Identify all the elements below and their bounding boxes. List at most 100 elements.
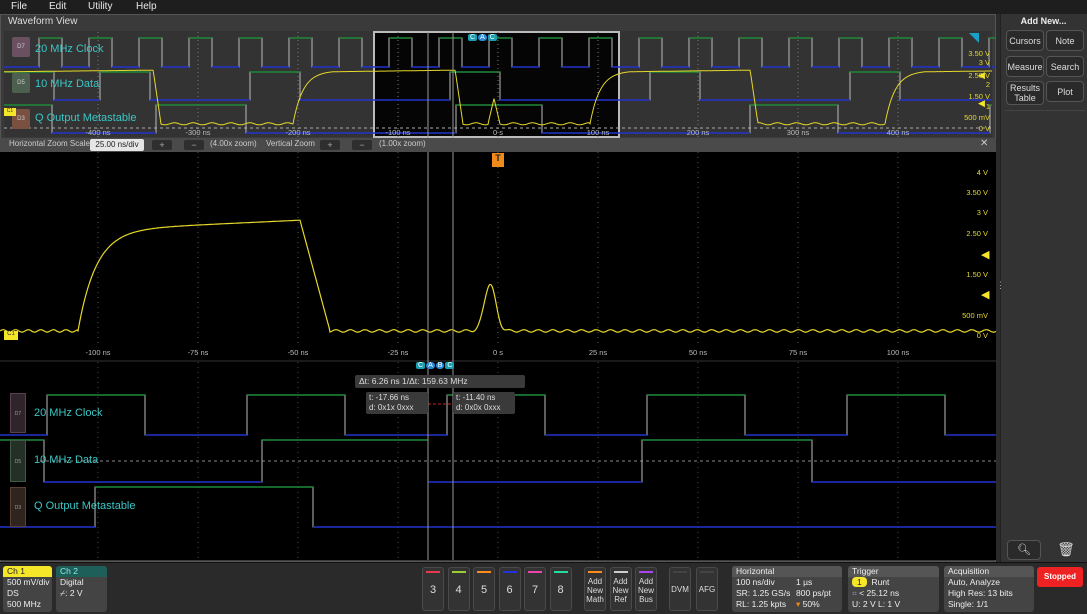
channel-6-button[interactable]: 6 bbox=[498, 567, 521, 611]
lower-threshold-arrow-icon[interactable]: ◀ bbox=[981, 288, 989, 301]
add-new-bus-button[interactable]: Add New Bus bbox=[635, 567, 657, 611]
overview-upper-arrow-icon: ◀ bbox=[978, 70, 985, 80]
zoom-time-tick: -50 ns bbox=[288, 348, 309, 357]
acq-resolution: High Res: 13 bits bbox=[948, 588, 1013, 598]
add-new-ref-button[interactable]: Add New Ref bbox=[609, 567, 632, 611]
ch2-threshold: ⌿: 2 V bbox=[60, 588, 83, 598]
ch1-marker-overview[interactable]: C1 bbox=[4, 108, 16, 116]
horizontal-badge[interactable]: Horizontal 100 ns/div 1 µs SR: 1.25 GS/s 8… bbox=[732, 566, 842, 612]
tag-d5[interactable]: D5 bbox=[12, 73, 30, 93]
color-bar bbox=[553, 571, 568, 573]
acq-mode: Auto, Analyze bbox=[948, 577, 1000, 587]
cursor-marker[interactable]: C bbox=[445, 362, 455, 369]
trigger-width: < 25.12 ns bbox=[859, 588, 900, 598]
channel-3-button[interactable]: 3 bbox=[422, 567, 444, 611]
zoom-label-q: Q Output Metastable bbox=[34, 500, 136, 512]
waveform-display[interactable]: -400 ns -300 ns -200 ns -100 ns 0 s 100 ns 200… bbox=[0, 0, 996, 562]
h-zoom-scale-input[interactable]: 25.00 ns/div bbox=[90, 139, 144, 151]
cursor-marker[interactable]: C bbox=[468, 34, 478, 41]
v-zoom-plus-button[interactable]: + bbox=[320, 140, 340, 150]
search-button[interactable]: Search bbox=[1046, 56, 1084, 77]
trigger-badge[interactable]: Trigger 1 Runt ⌗ < 25.12 ns U: 2 V L: 1 … bbox=[848, 566, 939, 612]
color-bar bbox=[613, 571, 628, 573]
ch2-badge-title: Ch 2 bbox=[56, 566, 107, 577]
signal-tags: D7 D5 D3 bbox=[10, 35, 36, 135]
zoom-time-tick: -75 ns bbox=[188, 348, 209, 357]
tag-d7[interactable]: D7 bbox=[12, 37, 30, 57]
cursor-b-time: t: -11.40 ns bbox=[456, 393, 496, 402]
zoom-time-tick: 100 ns bbox=[887, 348, 910, 357]
afg-button-label: AFG bbox=[698, 585, 716, 594]
add-new-math-button-label: Add New Math bbox=[586, 577, 604, 604]
tag-d5-zoom[interactable]: D5 bbox=[10, 440, 26, 482]
trigger-title: Trigger bbox=[848, 566, 939, 577]
color-bar bbox=[426, 571, 440, 573]
channel-4-button[interactable]: 4 bbox=[447, 567, 470, 611]
ch1-coupling: DS bbox=[7, 588, 19, 598]
results-table-button[interactable]: Results Table bbox=[1006, 81, 1044, 105]
cursor-b-data: d: 0x0x 0xxx bbox=[456, 403, 501, 412]
h-zoom-minus-button[interactable]: − bbox=[184, 140, 204, 150]
color-bar bbox=[673, 571, 687, 573]
zoom-volt-tick: 3.50 V bbox=[966, 188, 988, 197]
add-new-math-button[interactable]: Add New Math bbox=[584, 567, 606, 611]
sample-rate: SR: 1.25 GS/s bbox=[736, 588, 791, 598]
overview-volt-tick: 2 bbox=[986, 80, 990, 89]
acquisition-badge[interactable]: Acquisition Auto, Analyze High Res: 13 b… bbox=[944, 566, 1034, 612]
overview-cursor-markers[interactable]: C A C bbox=[468, 34, 497, 41]
color-bar bbox=[700, 571, 714, 573]
note-button[interactable]: Note bbox=[1046, 30, 1084, 51]
close-zoom-icon[interactable]: ✕ bbox=[980, 138, 988, 149]
overview-lower-arrow-icon: ◀ bbox=[978, 98, 985, 108]
ch1-badge[interactable]: Ch 1 500 mV/div DS 500 MHz bbox=[3, 566, 52, 612]
trigger-type: Runt bbox=[871, 577, 890, 587]
zoom-time-tick: -25 ns bbox=[388, 348, 409, 357]
ch2-badge[interactable]: Ch 2 Digital ⌿: 2 V bbox=[56, 566, 107, 612]
afg-button[interactable]: AFG bbox=[696, 567, 718, 611]
trash-icon[interactable]: 🗑︎ bbox=[1057, 541, 1075, 559]
channel-3-button-label: 3 bbox=[429, 584, 437, 596]
zoom-cursor-markers[interactable]: C A B C bbox=[416, 362, 455, 369]
v-zoom-minus-button[interactable]: − bbox=[352, 140, 372, 150]
cursors-button[interactable]: Cursors bbox=[1006, 30, 1044, 51]
dvm-button[interactable]: DVM bbox=[669, 567, 691, 611]
ch1-bandwidth: 500 MHz bbox=[7, 599, 42, 609]
cursor-marker[interactable]: C bbox=[416, 362, 426, 369]
overview-label-data: 10 MHz Data bbox=[35, 78, 100, 90]
time-per-div: 100 ns/div bbox=[736, 577, 775, 587]
ch1-marker-zoom[interactable]: C1 bbox=[4, 331, 18, 340]
color-bar bbox=[639, 571, 653, 573]
zoom-volt-tick: 500 mV bbox=[962, 311, 988, 320]
trigger-marker[interactable]: T bbox=[492, 153, 504, 167]
acquisition-title: Acquisition bbox=[944, 566, 1034, 577]
overview-volt-tick: 3.50 V bbox=[968, 49, 990, 58]
cursor-marker-a[interactable]: A bbox=[426, 362, 435, 369]
overview-time-tick: 300 ns bbox=[787, 128, 810, 137]
channel-7-button-label: 7 bbox=[531, 584, 539, 596]
cursor-marker-b[interactable]: B bbox=[435, 362, 445, 369]
overview-corner-icon[interactable] bbox=[969, 33, 979, 43]
cursor-marker-a[interactable]: A bbox=[478, 34, 487, 41]
h-zoom-scale-label: Horizontal Zoom Scale bbox=[9, 139, 90, 148]
zoom-search-icon[interactable]: 🔍︎ bbox=[1007, 540, 1041, 560]
horizontal-title: Horizontal bbox=[732, 566, 842, 577]
channel-8-button-label: 8 bbox=[557, 584, 564, 596]
plot-button[interactable]: Plot bbox=[1046, 81, 1084, 102]
cursor-b-readout: t: -11.40 ns d: 0x0x 0xxx bbox=[453, 392, 515, 414]
panel-resize-handle[interactable]: ⋮ bbox=[996, 281, 1005, 290]
h-zoom-plus-button[interactable]: + bbox=[152, 140, 172, 150]
overview-time-tick: 400 ns bbox=[887, 128, 910, 137]
run-stop-button[interactable]: Stopped bbox=[1037, 567, 1083, 587]
measure-button[interactable]: Measure bbox=[1006, 56, 1044, 77]
overview-label-q: Q Output Metastable bbox=[35, 112, 137, 124]
cursor-a-data: d: 0x1x 0xxx bbox=[369, 403, 414, 412]
channel-5-button[interactable]: 5 bbox=[473, 567, 495, 611]
tag-d3-zoom[interactable]: D3 bbox=[10, 487, 26, 527]
cursor-marker[interactable]: C bbox=[487, 34, 497, 41]
channel-7-button[interactable]: 7 bbox=[524, 567, 546, 611]
zoom-time-tick: 25 ns bbox=[589, 348, 608, 357]
upper-threshold-arrow-icon[interactable]: ◀ bbox=[981, 248, 989, 261]
zoom-time-tick: -100 ns bbox=[85, 348, 110, 357]
channel-8-button[interactable]: 8 bbox=[549, 567, 572, 611]
tag-d7-zoom[interactable]: D7 bbox=[10, 393, 26, 433]
